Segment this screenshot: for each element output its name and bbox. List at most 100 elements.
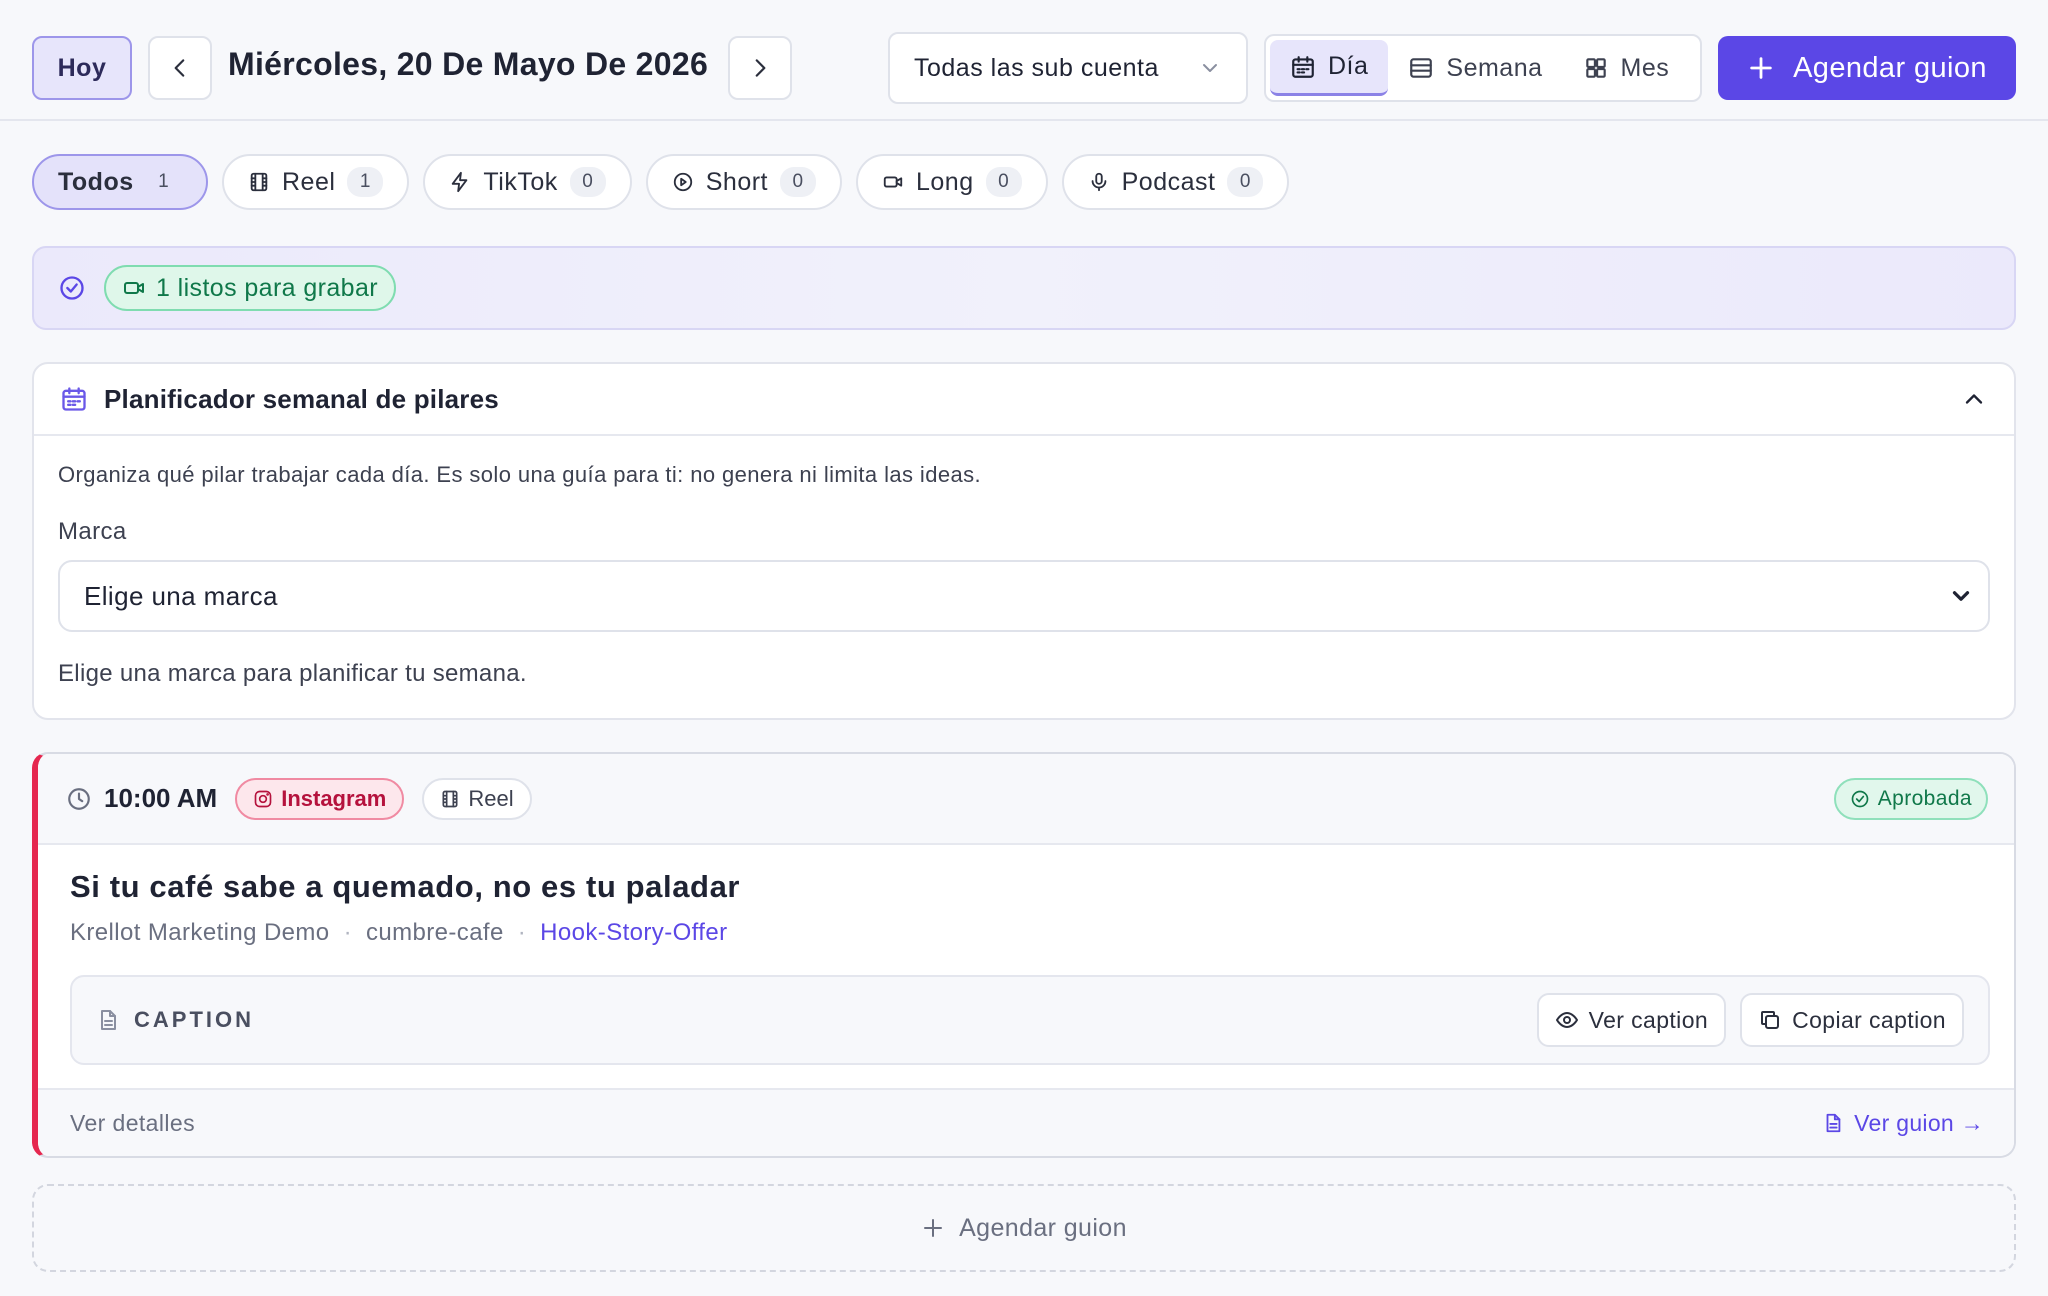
caption-section: CAPTION Ver caption Copiar caption — [70, 975, 1990, 1065]
pillar-planner-title: Planificador semanal de pilares — [104, 383, 499, 414]
filter-count: 1 — [347, 167, 384, 197]
ready-to-record-text: 1 listos para grabar — [156, 273, 379, 302]
filter-chip-long[interactable]: Long 0 — [856, 154, 1048, 210]
filter-label: Reel — [282, 167, 336, 196]
chevron-left-icon — [167, 55, 193, 81]
bolt-icon — [449, 171, 471, 193]
filter-label: Podcast — [1121, 167, 1216, 196]
pillar-planner-card: Planificador semanal de pilares Organiza… — [32, 362, 2016, 720]
check-circle-icon — [1850, 789, 1870, 809]
filter-count: 1 — [158, 171, 170, 192]
copy-icon — [1758, 1008, 1782, 1032]
copy-caption-button[interactable]: Copiar caption — [1740, 993, 1964, 1047]
mic-icon — [1088, 171, 1110, 193]
view-month-label: Mes — [1620, 53, 1670, 82]
view-caption-label: Ver caption — [1588, 1006, 1709, 1033]
filter-chip-podcast[interactable]: Podcast 0 — [1061, 154, 1290, 210]
script-card-footer: Ver detalles Ver guion → — [38, 1088, 2014, 1156]
filter-label: Long — [916, 167, 974, 196]
chevron-down-icon — [1198, 56, 1222, 80]
filter-count: 0 — [780, 167, 816, 197]
brand-select-value: Elige una marca — [84, 580, 278, 611]
script-meta: Krellot Marketing Demo · cumbre-cafe · H… — [70, 919, 1988, 947]
view-week-label: Semana — [1446, 53, 1543, 82]
view-script-label: Ver guion → — [1854, 1109, 1984, 1136]
view-details-link[interactable]: Ver detalles — [70, 1110, 195, 1137]
view-month-tab[interactable]: Mes — [1563, 40, 1690, 96]
play-circle-icon — [672, 171, 694, 193]
previous-day-button[interactable] — [148, 36, 212, 100]
calendar-icon — [60, 385, 88, 413]
filter-count: 0 — [985, 167, 1022, 197]
chevron-right-icon — [747, 55, 773, 81]
view-week-tab[interactable]: Semana — [1388, 40, 1562, 96]
filter-label: Todos — [58, 167, 134, 196]
plus-icon — [921, 1216, 945, 1240]
status-badge: Aprobada — [1833, 777, 1988, 820]
instagram-icon — [253, 789, 273, 809]
script-time-value: 10:00 AM — [104, 783, 218, 813]
schedule-script-label: Agendar guion — [1793, 51, 1987, 84]
subaccount-select[interactable]: Todas las sub cuenta — [888, 32, 1248, 104]
add-script-slot[interactable]: Agendar guion — [32, 1184, 2016, 1272]
script-brand: cumbre-cafe — [365, 919, 504, 946]
view-day-tab[interactable]: Día — [1270, 40, 1389, 96]
ready-to-record-badge[interactable]: 1 listos para grabar — [104, 265, 397, 311]
add-script-label: Agendar guion — [959, 1213, 1127, 1242]
script-account: Krellot Marketing Demo — [70, 919, 330, 946]
status-label: Aprobada — [1877, 786, 1972, 810]
brand-hint: Elige una marca para planificar tu seman… — [58, 660, 527, 687]
filter-chip-tiktok[interactable]: TikTok 0 — [423, 154, 632, 210]
subaccount-select-value: Todas las sub cuenta — [914, 53, 1159, 82]
format-badge: Reel — [422, 777, 532, 820]
separator-dot: · — [343, 919, 352, 946]
plus-icon — [1747, 54, 1775, 82]
film-icon — [440, 789, 460, 809]
today-button[interactable]: Hoy — [32, 36, 132, 100]
document-icon — [1822, 1112, 1844, 1134]
caption-label: CAPTION — [134, 1007, 254, 1032]
date-title: Miércoles, 20 De Mayo De 2026 — [228, 46, 709, 82]
brand-label: Marca — [58, 518, 127, 545]
eye-icon — [1555, 1008, 1579, 1032]
header-bar: Hoy Miércoles, 20 De Mayo De 2026 Todas … — [0, 0, 2048, 121]
format-filter-bar: Todos 1 Reel 1 TikTok 0 Short 0 Long 0 P… — [32, 154, 1290, 210]
schedule-script-button[interactable]: Agendar guion — [1718, 36, 2016, 100]
brand-select[interactable]: Elige una marca — [58, 560, 1990, 632]
platform-label: Instagram — [281, 785, 387, 811]
script-formula: Hook-Story-Offer — [540, 919, 728, 946]
chevron-up-icon[interactable] — [1960, 385, 1988, 413]
video-icon — [882, 171, 904, 193]
view-toggle: Día Semana Mes — [1264, 34, 1702, 102]
clock-icon — [66, 786, 92, 812]
document-icon — [96, 1008, 120, 1032]
filter-count: 0 — [569, 167, 606, 197]
view-day-label: Día — [1328, 52, 1369, 80]
list-icon — [1408, 55, 1434, 81]
script-time: 10:00 AM — [66, 783, 217, 814]
filter-label: TikTok — [483, 167, 558, 196]
script-title[interactable]: Si tu café sabe a quemado, no es tu pala… — [70, 869, 1988, 905]
filter-label: Short — [705, 167, 768, 196]
film-icon — [248, 171, 270, 193]
filter-chip-reel[interactable]: Reel 1 — [222, 154, 410, 210]
script-card-header: 10:00 AM Instagram Reel Aprobada — [38, 754, 2014, 845]
view-script-link[interactable]: Ver guion → — [1822, 1110, 1984, 1137]
scheduled-script-card: 10:00 AM Instagram Reel Aprobada Si tu c… — [32, 752, 2016, 1158]
pillar-planner-description: Organiza qué pilar trabajar cada día. Es… — [58, 462, 982, 487]
pillar-planner-header[interactable]: Planificador semanal de pilares — [34, 364, 2014, 436]
chevron-down-icon — [1948, 583, 1974, 609]
next-day-button[interactable] — [728, 36, 792, 100]
video-icon — [122, 276, 146, 300]
ready-to-record-banner: 1 listos para grabar — [32, 246, 2016, 330]
copy-caption-label: Copiar caption — [1792, 1006, 1946, 1033]
check-circle-icon — [58, 274, 86, 302]
platform-badge: Instagram — [235, 777, 405, 820]
grid-icon — [1583, 55, 1609, 81]
format-label: Reel — [468, 785, 514, 811]
view-caption-button[interactable]: Ver caption — [1536, 993, 1727, 1047]
filter-chip-todos[interactable]: Todos 1 — [32, 154, 208, 210]
calendar-icon — [1290, 54, 1316, 80]
filter-count: 0 — [1227, 167, 1264, 197]
filter-chip-short[interactable]: Short 0 — [645, 154, 842, 210]
